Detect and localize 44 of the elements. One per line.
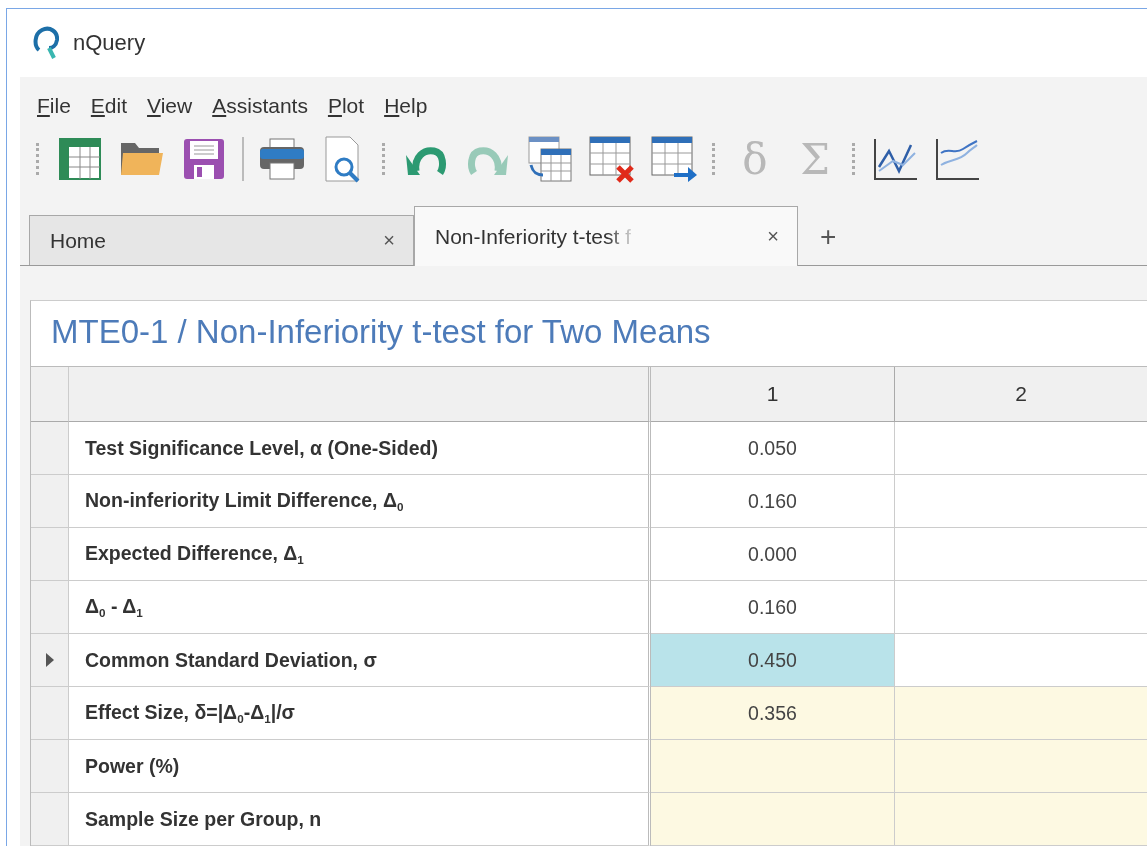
table-cell[interactable]: 0.450 [651, 634, 895, 687]
toolbar-button[interactable] [258, 135, 306, 183]
menu-item[interactable]: Assistants [212, 94, 308, 118]
table-cell[interactable] [651, 793, 895, 846]
table-cell[interactable]: 0.356 [651, 687, 895, 740]
table-cell[interactable] [895, 740, 1147, 793]
table-cell[interactable]: 0.050 [651, 422, 895, 475]
table-delete-icon [588, 135, 636, 183]
menu-item[interactable]: View [147, 94, 193, 118]
toolbar-button[interactable] [650, 135, 698, 183]
window-title: nQuery [73, 30, 146, 56]
column-header[interactable]: 1 [651, 367, 895, 422]
tab-label: Home [50, 228, 107, 253]
column-header[interactable]: 2 [895, 367, 1147, 422]
table-cell[interactable]: 0.000 [651, 528, 895, 581]
table-export-icon [650, 135, 698, 183]
table-cell[interactable] [651, 740, 895, 793]
save-icon [182, 137, 226, 181]
toolbar-button[interactable] [526, 135, 574, 183]
menu-item[interactable]: Help [384, 94, 428, 118]
table-cell[interactable]: 0.160 [651, 581, 895, 634]
close-tab-button[interactable]: × [383, 229, 395, 252]
row-header[interactable] [31, 634, 69, 687]
spreadsheet-icon [58, 137, 102, 181]
toolbar-button[interactable] [588, 135, 636, 183]
toolbar-button[interactable] [56, 135, 104, 183]
menu-item[interactable]: File [37, 94, 71, 118]
trend-chart-icon [935, 137, 981, 181]
table-cell[interactable] [895, 687, 1147, 740]
menu-item[interactable]: Edit [90, 94, 128, 118]
line-chart-icon [873, 137, 919, 181]
tab[interactable]: Non-Inferiority t-test f × [414, 206, 798, 266]
app-logo-icon [33, 26, 59, 60]
table-cell[interactable] [895, 793, 1147, 846]
tab[interactable]: Home × [29, 215, 414, 265]
table-insert-icon [527, 135, 573, 183]
new-tab-button[interactable]: + [820, 221, 837, 253]
document-title: MTE0-1 / Non-Inferiority t-test for Two Means [50, 312, 712, 352]
table-cell[interactable]: 0.160 [651, 475, 895, 528]
close-tab-button[interactable]: × [767, 225, 779, 248]
tab-label: Non-Inferiority t-test f [435, 224, 632, 249]
current-row-icon [45, 653, 54, 667]
menu-item[interactable]: Plot [327, 94, 365, 118]
printer-icon [258, 137, 306, 181]
